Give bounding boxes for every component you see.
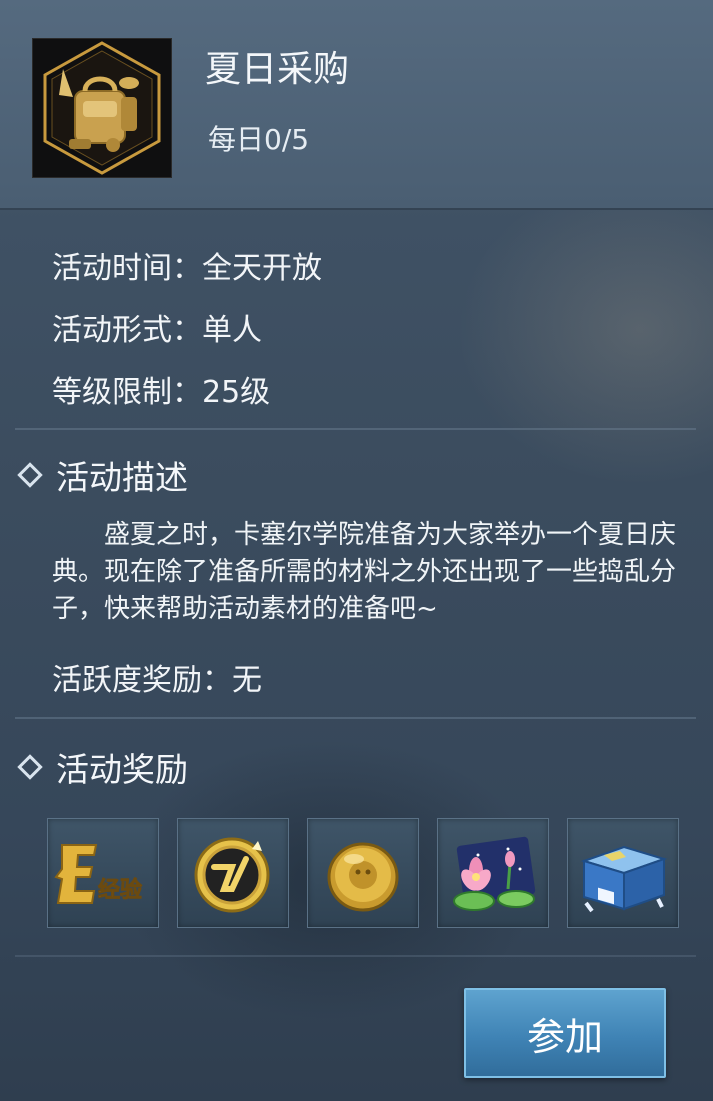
exp-label: 经验 [98,877,142,903]
reward-slot-coin[interactable] [177,818,289,928]
exp-icon: 经验 [54,844,142,904]
activity-title: 夏日采购 [205,49,350,90]
reward-slot-gold-coin[interactable] [307,818,419,928]
description-heading: 活动描述 [56,458,188,497]
divider [15,955,696,957]
gold-coin-icon [327,842,399,912]
daily-progress: 每日0/5 [208,123,310,156]
activity-description: 盛夏之时，卡塞尔学院准备为大家举办一个夏日庆典。现在除了准备所需的材料之外还出现… [52,520,677,624]
header-divider [0,208,713,210]
reward-slot-exp[interactable]: 经验 [47,818,159,928]
reward-slot-chest[interactable] [567,818,679,928]
activity-time: 活动时间：全天开放 [52,251,322,286]
description-section-header: 活动描述 [17,455,188,497]
activity-detail-panel: 夏日采购 每日0/5 活动时间：全天开放 活动形式：单人 等级限制：25级 活动… [0,0,713,1101]
lotus-icon [453,836,536,911]
activity-reward-line: 活跃度奖励：无 [52,663,262,698]
rewards-section-header: 活动奖励 [17,747,188,789]
divider [15,428,696,430]
rewards-heading: 活动奖励 [56,750,188,789]
treasure-chest-icon [580,845,668,913]
level-limit: 等级限制：25级 [52,375,271,410]
backpack-icon [32,38,172,178]
coin-icon [194,837,270,913]
diamond-bullet-icon [17,462,43,488]
divider [15,717,696,719]
join-button[interactable]: 参加 [464,988,666,1078]
diamond-bullet-icon [17,754,43,780]
activity-format: 活动形式：单人 [52,313,262,348]
reward-slot-lotus[interactable] [437,818,549,928]
